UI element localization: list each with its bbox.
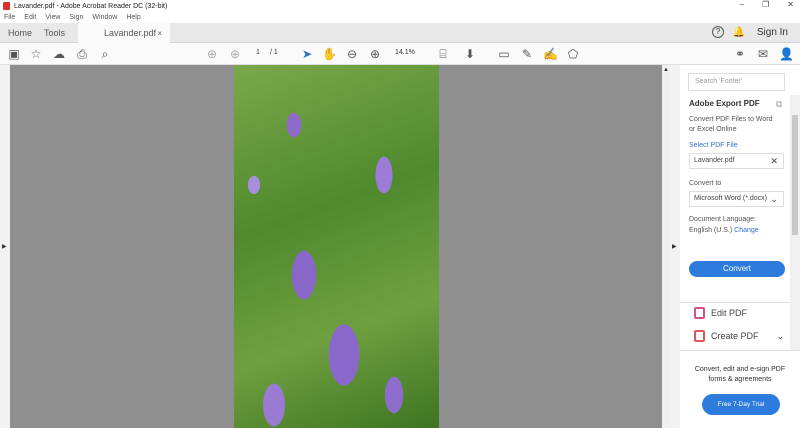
menu-bar: File Edit View Sign Window Help: [0, 12, 800, 23]
document-tab-label: Lavander.pdf: [104, 28, 157, 38]
help-icon[interactable]: ?: [712, 26, 724, 38]
convert-button[interactable]: Convert: [689, 261, 785, 277]
hand-tool-icon[interactable]: ✋: [322, 47, 337, 61]
trial-promo: Convert, edit and e-sign PDF forms & agr…: [680, 350, 800, 428]
fit-page-icon[interactable]: ⌸: [436, 47, 450, 61]
tab-home[interactable]: Home: [8, 23, 32, 43]
menu-file[interactable]: File: [4, 14, 15, 21]
title-bar: Lavander.pdf - Adobe Acrobat Reader DC (…: [0, 0, 800, 12]
tab-tools[interactable]: Tools: [44, 23, 65, 43]
share-tag-icon[interactable]: ⬠: [566, 47, 580, 61]
select-pdf-file-link[interactable]: Select PDF File: [689, 141, 738, 151]
edit-pdf-icon: [694, 307, 705, 319]
copy-icon[interactable]: ⧉: [776, 99, 782, 110]
sign-in-button[interactable]: Sign In: [757, 27, 788, 38]
selected-file-field[interactable]: Lavander.pdf ✕: [689, 153, 784, 169]
print-icon[interactable]: ⎙: [75, 47, 89, 61]
email-icon[interactable]: ✉: [756, 47, 770, 61]
menu-help[interactable]: Help: [126, 14, 140, 21]
tool-edit-pdf[interactable]: Edit PDF: [694, 307, 747, 319]
file-name: Lavander.pdf: [694, 157, 735, 164]
promo-text: Convert, edit and e-sign PDF forms & agr…: [694, 366, 786, 383]
tool-create-pdf[interactable]: Create PDF ⌄: [694, 330, 784, 342]
toolbar: ▣ ☆ ☁ ⎙ ⌕ ⊕ ⊕ 1 / 1 ➤ ✋ ⊖ ⊕ 14.1% ⌸ ⬇ ▭ …: [0, 43, 800, 65]
zoom-level-dropdown[interactable]: 14.1%: [395, 49, 415, 56]
tab-bar: Home Tools Lavander.pdf × ? 🔔 Sign In: [0, 23, 800, 43]
document-language-value: English (U.S.): [689, 227, 733, 234]
panel-description: Convert PDF Files to Word or Excel Onlin…: [689, 116, 773, 133]
page-number-input[interactable]: 1: [256, 49, 260, 56]
highlight-pen-icon[interactable]: ✎: [520, 47, 534, 61]
bookmark-star-icon[interactable]: ☆: [29, 47, 43, 61]
window-title: Lavander.pdf - Adobe Acrobat Reader DC (…: [14, 2, 168, 10]
right-pane-toggle[interactable]: ▶: [670, 65, 680, 428]
select-cursor-icon[interactable]: ➤: [300, 47, 314, 61]
pdf-app-icon: [3, 2, 10, 10]
convert-to-dropdown[interactable]: Microsoft Word (*.docx) ⌄: [689, 191, 784, 207]
sign-icon[interactable]: ✍: [543, 47, 558, 61]
save-icon[interactable]: ▣: [7, 47, 21, 61]
next-page-icon[interactable]: ⊕: [228, 47, 242, 61]
menu-window[interactable]: Window: [92, 14, 117, 21]
panel-scrollbar[interactable]: [790, 95, 800, 350]
expand-arrow-icon[interactable]: ▶: [2, 243, 7, 250]
page-total: / 1: [270, 49, 278, 56]
close-window-button[interactable]: ✕: [787, 0, 794, 9]
chevron-down-icon: ⌄: [770, 194, 778, 204]
convert-to-value: Microsoft Word (*.docx): [694, 195, 767, 202]
document-language-label: Document Language:: [689, 216, 756, 223]
minimize-button[interactable]: –: [740, 0, 744, 9]
panel-title: Adobe Export PDF: [689, 99, 760, 108]
left-pane-toggle[interactable]: ▶: [0, 65, 10, 428]
free-trial-button[interactable]: Free 7-Day Trial: [702, 394, 780, 415]
zoom-in-icon[interactable]: ⊕: [368, 47, 382, 61]
maximize-button[interactable]: ❐: [762, 0, 769, 9]
menu-edit[interactable]: Edit: [24, 14, 36, 21]
tool-label: Create PDF: [711, 331, 759, 341]
notification-bell-icon[interactable]: 🔔: [732, 26, 746, 40]
collapse-arrow-icon[interactable]: ▶: [672, 243, 677, 250]
lavender-photo-page: [234, 65, 439, 428]
document-scrollbar[interactable]: ▲: [662, 65, 670, 428]
remove-file-icon[interactable]: ✕: [770, 156, 778, 167]
scroll-mode-icon[interactable]: ⬇: [463, 47, 477, 61]
search-tools-input[interactable]: Search 'Footer': [688, 73, 785, 91]
share-link-icon[interactable]: ⚭: [733, 47, 747, 61]
scroll-up-icon[interactable]: ▲: [663, 67, 669, 73]
previous-page-icon[interactable]: ⊕: [205, 47, 219, 61]
close-tab-icon[interactable]: ×: [157, 29, 162, 38]
tab-document[interactable]: Lavander.pdf ×: [78, 23, 170, 43]
create-pdf-icon: [694, 330, 705, 342]
comment-icon[interactable]: ▭: [497, 47, 511, 61]
search-icon[interactable]: ⌕: [98, 47, 112, 61]
menu-sign[interactable]: Sign: [69, 14, 83, 21]
add-user-icon[interactable]: 👤: [779, 47, 794, 61]
tool-label: Edit PDF: [711, 308, 748, 318]
menu-view[interactable]: View: [45, 14, 60, 21]
zoom-out-icon[interactable]: ⊖: [345, 47, 359, 61]
convert-to-label: Convert to: [689, 180, 722, 187]
upload-cloud-icon[interactable]: ☁: [52, 47, 66, 61]
change-language-link[interactable]: Change: [734, 227, 759, 234]
chevron-down-icon[interactable]: ⌄: [776, 331, 784, 342]
